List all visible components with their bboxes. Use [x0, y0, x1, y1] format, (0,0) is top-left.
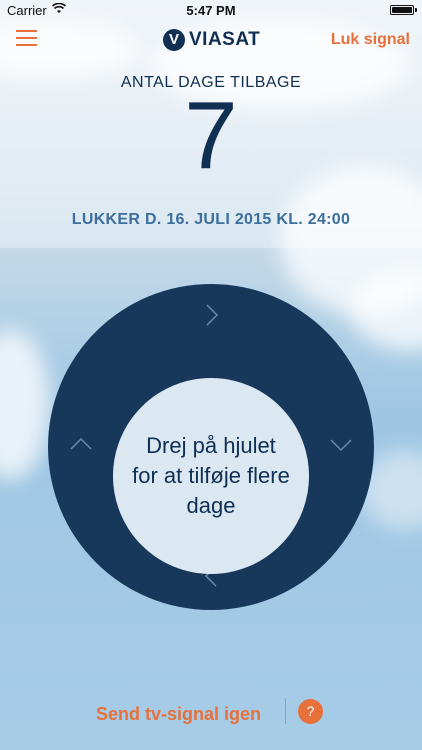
status-bar: Carrier 5:47 PM — [0, 0, 422, 22]
help-button[interactable]: ? — [298, 699, 323, 724]
bottom-bar: Send tv-signal igen ? — [0, 696, 422, 732]
closes-date-text: LUKKER D. 16. JULI 2015 KL. 24:00 — [71, 211, 351, 228]
nav-bar: VIASAT Luk signal — [0, 22, 422, 58]
wheel-center: Drej på hjulet for at tilføje flere dage — [113, 378, 309, 574]
send-signal-again-button[interactable]: Send tv-signal igen — [96, 704, 261, 725]
battery-icon — [390, 5, 417, 15]
days-back-value: 7 — [184, 82, 238, 189]
hamburger-icon[interactable] — [16, 30, 37, 48]
chevron-down-icon — [330, 439, 352, 452]
divider — [285, 698, 286, 724]
chevron-right-icon — [206, 304, 219, 326]
viasat-logo-text: VIASAT — [189, 29, 261, 50]
viasat-logo-mark — [163, 29, 185, 51]
chevron-up-icon — [70, 437, 92, 450]
status-time: 5:47 PM — [186, 3, 236, 18]
close-signal-button[interactable]: Luk signal — [331, 31, 410, 49]
viasat-logo: VIASAT — [163, 28, 260, 52]
wheel-instruction: Drej på hjulet for at tilføje flere dage — [132, 433, 290, 518]
